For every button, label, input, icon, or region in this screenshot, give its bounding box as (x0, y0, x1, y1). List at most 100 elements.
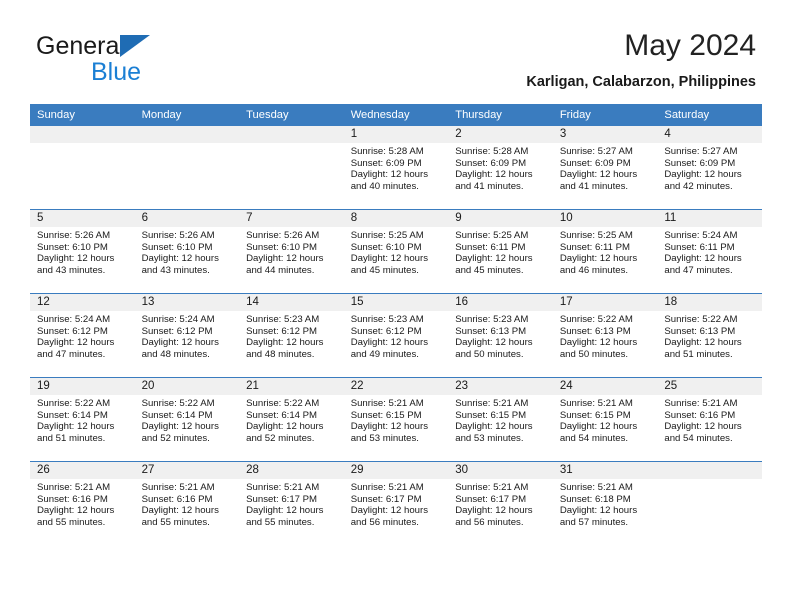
day-info-line: Daylight: 12 hours (559, 169, 638, 181)
day-cell[interactable]: 1 Sunrise: 5:28 AM Sunset: 6:09 PM Daylight… (343, 126, 449, 209)
weekday-header-sunday: Sunday (30, 104, 135, 126)
day-info-line: Sunset: 6:09 PM (664, 157, 736, 169)
day-info-line: and 55 minutes. (141, 516, 210, 528)
day-info-line: and 47 minutes. (664, 264, 733, 276)
day-cell[interactable]: 11 Sunrise: 5:24 AM Sunset: 6:11 PM Dayligh… (657, 210, 762, 293)
day-cell[interactable]: 19 Sunrise: 5:22 AM Sunset: 6:14 PM Dayligh… (30, 378, 135, 461)
day-cell[interactable]: 30 Sunrise: 5:21 AM Sunset: 6:17 PM Dayligh… (448, 462, 553, 545)
day-sun-info: Sunrise: 5:28 AM Sunset: 6:09 PM Daylight:… (448, 143, 553, 192)
day-number: 14 (239, 294, 344, 311)
day-sun-info: Sunrise: 5:26 AM Sunset: 6:10 PM Daylight:… (135, 227, 240, 276)
day-number: 12 (30, 294, 135, 311)
calendar-cell: 16 Sunrise: 5:23 AM Sunset: 6:13 PM Dayligh… (448, 293, 553, 378)
day-sun-info: Sunrise: 5:22 AM Sunset: 6:14 PM Daylight:… (239, 395, 344, 444)
calendar-week-row: 26 Sunrise: 5:21 AM Sunset: 6:16 PM Dayligh… (30, 461, 762, 545)
day-number: 20 (134, 378, 240, 395)
day-sun-info: Sunrise: 5:21 AM Sunset: 6:17 PM Daylight:… (448, 479, 553, 528)
day-info-line: Daylight: 12 hours (246, 253, 324, 265)
day-info-line: Sunset: 6:12 PM (37, 325, 108, 337)
calendar-cell: 10 Sunrise: 5:25 AM Sunset: 6:11 PM Dayligh… (552, 209, 658, 294)
empty-day-cell (657, 462, 762, 545)
day-number: 23 (448, 378, 553, 395)
day-cell[interactable]: 10 Sunrise: 5:25 AM Sunset: 6:11 PM Dayligh… (552, 210, 658, 293)
day-cell[interactable]: 12 Sunrise: 5:24 AM Sunset: 6:12 PM Dayligh… (30, 294, 135, 377)
day-cell[interactable]: 17 Sunrise: 5:22 AM Sunset: 6:13 PM Dayligh… (552, 294, 658, 377)
day-info-line: Daylight: 12 hours (350, 505, 429, 517)
day-info-line: Daylight: 12 hours (141, 421, 219, 433)
day-info-line: Daylight: 12 hours (664, 169, 742, 181)
day-cell[interactable]: 13 Sunrise: 5:24 AM Sunset: 6:12 PM Dayligh… (134, 294, 240, 377)
day-info-line: Sunset: 6:09 PM (559, 157, 631, 169)
day-info-line: Sunset: 6:13 PM (664, 325, 736, 337)
day-info-line: Daylight: 12 hours (141, 505, 219, 517)
weekday-header-thursday: Thursday (448, 104, 553, 126)
day-info-line: Sunset: 6:13 PM (455, 325, 527, 337)
day-info-line: Sunset: 6:10 PM (350, 241, 422, 253)
day-info-line: and 50 minutes. (455, 348, 524, 360)
logo-text-general: General (36, 32, 125, 60)
day-info-line: and 56 minutes. (350, 516, 419, 528)
day-cell[interactable]: 26 Sunrise: 5:21 AM Sunset: 6:16 PM Dayligh… (30, 462, 135, 545)
day-number: 11 (657, 210, 762, 227)
calendar-cell: 9 Sunrise: 5:25 AM Sunset: 6:11 PM Daylight… (448, 209, 553, 294)
page-title: May 2024 (624, 29, 756, 62)
day-cell[interactable]: 28 Sunrise: 5:21 AM Sunset: 6:17 PM Dayligh… (239, 462, 344, 545)
empty-day-cell (239, 126, 344, 209)
calendar-grid: Sunday Monday Tuesday Wednesday Thursday Frid… (30, 104, 762, 545)
day-cell[interactable]: 8 Sunrise: 5:25 AM Sunset: 6:10 PM Daylight… (343, 210, 449, 293)
day-info-line: and 50 minutes. (559, 348, 629, 360)
day-info-line: Sunset: 6:09 PM (455, 157, 527, 169)
day-sun-info: Sunrise: 5:22 AM Sunset: 6:14 PM Daylight:… (30, 395, 135, 444)
day-cell[interactable]: 18 Sunrise: 5:22 AM Sunset: 6:13 PM Dayligh… (657, 294, 762, 377)
calendar-cell: 21 Sunrise: 5:22 AM Sunset: 6:14 PM Dayligh… (239, 377, 344, 462)
calendar-cell: 14 Sunrise: 5:23 AM Sunset: 6:12 PM Dayligh… (239, 293, 344, 378)
day-cell[interactable]: 4 Sunrise: 5:27 AM Sunset: 6:09 PM Daylight… (657, 126, 762, 209)
day-cell[interactable]: 15 Sunrise: 5:23 AM Sunset: 6:12 PM Dayligh… (343, 294, 449, 377)
day-cell[interactable]: 24 Sunrise: 5:21 AM Sunset: 6:15 PM Dayligh… (552, 378, 658, 461)
day-info-line: Daylight: 12 hours (350, 253, 429, 265)
day-cell[interactable]: 22 Sunrise: 5:21 AM Sunset: 6:15 PM Dayligh… (343, 378, 449, 461)
weekday-header-friday: Friday (552, 104, 658, 126)
weekday-header-monday: Monday (134, 104, 240, 126)
day-sun-info: Sunrise: 5:22 AM Sunset: 6:13 PM Daylight:… (657, 311, 762, 360)
day-number: 21 (239, 378, 344, 395)
day-info-line: Daylight: 12 hours (559, 337, 638, 349)
day-number: 16 (448, 294, 553, 311)
day-info-line: and 42 minutes. (664, 180, 733, 192)
empty-day-cell (134, 126, 240, 209)
day-number: 10 (552, 210, 658, 227)
day-cell[interactable]: 23 Sunrise: 5:21 AM Sunset: 6:15 PM Dayligh… (448, 378, 553, 461)
day-cell[interactable]: 7 Sunrise: 5:26 AM Sunset: 6:10 PM Daylight… (239, 210, 344, 293)
day-info-line: Sunset: 6:14 PM (246, 409, 318, 421)
day-cell[interactable]: 14 Sunrise: 5:23 AM Sunset: 6:12 PM Dayligh… (239, 294, 344, 377)
day-sun-info: Sunrise: 5:22 AM Sunset: 6:13 PM Daylight:… (553, 311, 658, 360)
day-cell[interactable]: 20 Sunrise: 5:22 AM Sunset: 6:14 PM Dayligh… (134, 378, 240, 461)
day-sun-info: Sunrise: 5:24 AM Sunset: 6:12 PM Daylight:… (30, 311, 135, 360)
calendar-cell (30, 126, 135, 210)
calendar-cell: 30 Sunrise: 5:21 AM Sunset: 6:17 PM Dayligh… (448, 461, 553, 545)
day-cell[interactable]: 29 Sunrise: 5:21 AM Sunset: 6:17 PM Dayligh… (343, 462, 449, 545)
day-cell[interactable]: 25 Sunrise: 5:21 AM Sunset: 6:16 PM Dayligh… (657, 378, 762, 461)
day-info-line: and 55 minutes. (37, 516, 106, 528)
calendar-cell: 25 Sunrise: 5:21 AM Sunset: 6:16 PM Dayligh… (657, 377, 762, 462)
day-info-line: Sunset: 6:15 PM (559, 409, 631, 421)
day-sun-info: Sunrise: 5:21 AM Sunset: 6:17 PM Daylight:… (239, 479, 344, 528)
day-info-line: Sunset: 6:11 PM (455, 241, 526, 253)
day-sun-info: Sunrise: 5:23 AM Sunset: 6:12 PM Daylight:… (239, 311, 344, 360)
day-sun-info: Sunrise: 5:26 AM Sunset: 6:10 PM Daylight:… (30, 227, 135, 276)
day-cell[interactable]: 6 Sunrise: 5:26 AM Sunset: 6:10 PM Daylight… (134, 210, 240, 293)
calendar-cell: 29 Sunrise: 5:21 AM Sunset: 6:17 PM Dayligh… (343, 461, 449, 545)
day-info-line: and 43 minutes. (37, 264, 106, 276)
calendar-cell (134, 126, 240, 210)
day-cell[interactable]: 9 Sunrise: 5:25 AM Sunset: 6:11 PM Daylight… (448, 210, 553, 293)
day-cell[interactable]: 5 Sunrise: 5:26 AM Sunset: 6:10 PM Daylight… (30, 210, 135, 293)
day-cell[interactable]: 31 Sunrise: 5:21 AM Sunset: 6:18 PM Dayligh… (552, 462, 658, 545)
day-sun-info: Sunrise: 5:21 AM Sunset: 6:16 PM Daylight:… (135, 479, 240, 528)
day-cell[interactable]: 21 Sunrise: 5:22 AM Sunset: 6:14 PM Dayligh… (239, 378, 344, 461)
day-number: 18 (657, 294, 762, 311)
day-cell[interactable]: 27 Sunrise: 5:21 AM Sunset: 6:16 PM Dayligh… (134, 462, 240, 545)
day-cell[interactable]: 16 Sunrise: 5:23 AM Sunset: 6:13 PM Dayligh… (448, 294, 553, 377)
day-cell[interactable]: 2 Sunrise: 5:28 AM Sunset: 6:09 PM Daylight… (448, 126, 553, 209)
day-sun-info: Sunrise: 5:21 AM Sunset: 6:16 PM Daylight:… (30, 479, 135, 528)
day-cell[interactable]: 3 Sunrise: 5:27 AM Sunset: 6:09 PM Daylight… (552, 126, 658, 209)
